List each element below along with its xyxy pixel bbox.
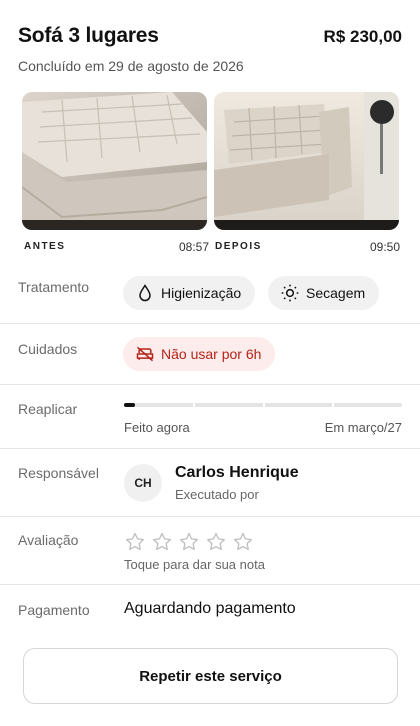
service-header: Sofá 3 lugares R$ 230,00 Concluído em 29… [18,24,402,74]
treatment-pill-cleaning: Higienização [123,276,256,310]
payment-row: Pagamento Aguardando pagamento [0,584,420,634]
reapply-progress-bar [124,403,402,407]
treatment-label: Tratamento [18,279,90,295]
no-sofa-icon [136,346,154,362]
after-meta: DEPOIS 09:50 [215,240,400,254]
star-icon[interactable] [232,531,254,553]
completion-date: Concluído em 29 de agosto de 2026 [18,58,244,74]
care-warning-pill: Não usar por 6h [123,337,276,371]
before-photo[interactable] [22,92,207,230]
sun-icon [281,284,299,302]
progress-tick [263,403,265,407]
care-label: Cuidados [18,341,78,357]
rating-hint: Toque para dar sua nota [124,557,265,572]
treatment-pill-drying: Secagem [268,276,380,310]
before-meta: ANTES 08:57 [24,240,209,254]
responsible-note: Executado por [175,487,259,502]
before-after-photos: ANTES 08:57 DEPOIS 09:50 [22,92,400,262]
before-time: 08:57 [178,240,209,254]
treatment-item-label: Secagem [306,285,366,301]
rating-label: Avaliação [18,532,79,548]
service-price: R$ 230,00 [323,27,402,46]
progress-tick [332,403,334,407]
responsible-name: Carlos Henrique [175,464,299,481]
progress-tick [193,403,195,407]
rating-row: Avaliação Toque para dar sua nota [0,516,420,584]
responsible-row: Responsável CH Carlos Henrique Executado… [0,448,420,516]
reapply-end-label: Em março/27 [324,420,402,435]
star-icon[interactable] [205,531,227,553]
reapply-start-label: Feito agora [124,420,190,435]
reapply-progress-fill [124,403,136,407]
care-row: Cuidados Não usar por 6h [0,323,420,384]
reapply-label: Reaplicar [18,401,78,417]
after-photo[interactable] [214,92,399,230]
treatment-row: Tratamento Higienização Secagem [0,262,420,323]
before-tag: ANTES [24,241,66,252]
avatar: CH [124,464,162,502]
droplet-icon [139,284,151,302]
treatment-item-label: Higienização [161,285,242,301]
repeat-service-button[interactable]: Repetir este serviço [23,648,398,704]
payment-status: Aguardando pagamento [124,600,296,617]
star-rating[interactable] [124,531,254,553]
after-time: 09:50 [369,240,400,254]
star-icon[interactable] [151,531,173,553]
star-icon[interactable] [178,531,200,553]
payment-label: Pagamento [18,602,90,618]
after-tag: DEPOIS [215,241,262,252]
star-icon[interactable] [124,531,146,553]
responsible-label: Responsável [18,465,99,481]
care-warning-text: Não usar por 6h [161,346,262,362]
reapply-row: Reaplicar Feito agora Em março/27 [0,384,420,448]
